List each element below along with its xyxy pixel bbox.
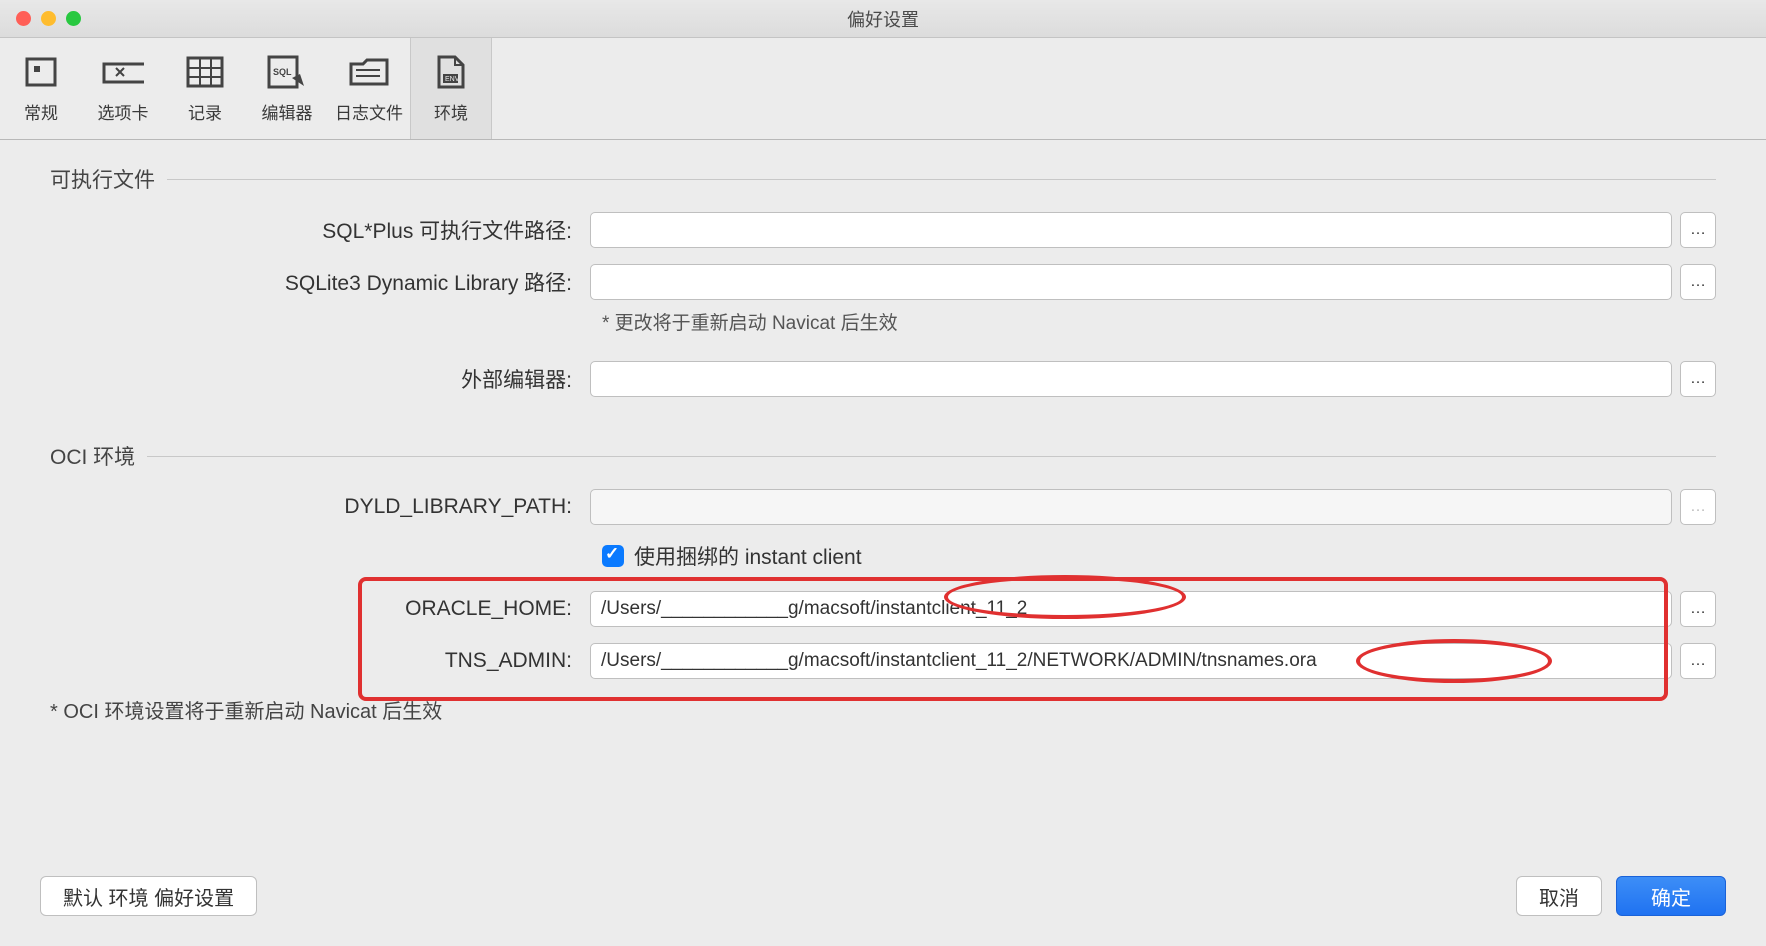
sqlite-browse-button[interactable]: …	[1680, 264, 1716, 300]
titlebar: 偏好设置	[0, 0, 1766, 38]
section-divider	[167, 179, 1716, 180]
ok-button[interactable]: 确定	[1616, 876, 1726, 916]
dyld-row: DYLD_LIBRARY_PATH: …	[50, 489, 1716, 525]
sqlite-label: SQLite3 Dynamic Library 路径:	[50, 267, 590, 297]
dyld-input	[590, 489, 1672, 525]
oracle-home-row: ORACLE_HOME: …	[50, 591, 1716, 627]
section-divider	[147, 456, 1716, 457]
section-title: OCI 环境	[50, 441, 135, 471]
tns-admin-input[interactable]	[590, 643, 1672, 679]
svg-text:ENV: ENV	[445, 76, 460, 83]
tabs-icon	[102, 53, 144, 91]
tns-admin-browse-button[interactable]: …	[1680, 643, 1716, 679]
editor-row: 外部编辑器: …	[50, 361, 1716, 397]
executables-section-header: 可执行文件	[50, 164, 1716, 194]
oracle-home-browse-button[interactable]: …	[1680, 591, 1716, 627]
tab-label: 环境	[434, 99, 468, 124]
oracle-home-label: ORACLE_HOME:	[50, 597, 590, 621]
sqlplus-input[interactable]	[590, 212, 1672, 248]
tab-tabs[interactable]: 选项卡	[82, 38, 164, 139]
traffic-lights	[16, 11, 81, 26]
sqlplus-label: SQL*Plus 可执行文件路径:	[50, 215, 590, 245]
window-title: 偏好设置	[847, 6, 919, 32]
tab-environment[interactable]: ENV 环境	[410, 38, 492, 139]
oci-section-header: OCI 环境	[50, 441, 1716, 471]
bundled-instant-client-checkbox[interactable]	[602, 545, 624, 567]
oci-note: * OCI 环境设置将于重新启动 Navicat 后生效	[50, 695, 1766, 724]
oracle-home-input[interactable]	[590, 591, 1672, 627]
editor-browse-button[interactable]: …	[1680, 361, 1716, 397]
sqlplus-row: SQL*Plus 可执行文件路径: …	[50, 212, 1716, 248]
sqlite-input[interactable]	[590, 264, 1672, 300]
tab-label: 选项卡	[98, 99, 149, 124]
tns-admin-label: TNS_ADMIN:	[50, 649, 590, 673]
editor-label: 外部编辑器:	[50, 364, 590, 394]
default-preferences-button[interactable]: 默认 环境 偏好设置	[40, 876, 257, 916]
sqlite-hint: * 更改将于重新启动 Navicat 后生效	[602, 308, 1716, 335]
tns-admin-row: TNS_ADMIN: …	[50, 643, 1716, 679]
bundled-checkbox-row: 使用捆绑的 instant client	[602, 541, 1716, 571]
folder-icon	[348, 53, 390, 91]
section-title: 可执行文件	[50, 164, 155, 194]
editor-input[interactable]	[590, 361, 1672, 397]
grid-icon	[184, 53, 226, 91]
sqlite-row: SQLite3 Dynamic Library 路径: …	[50, 264, 1716, 300]
dyld-label: DYLD_LIBRARY_PATH:	[50, 495, 590, 519]
preferences-toolbar: 常规 选项卡 记录 SQL 编辑器 日志文件 ENV 环境	[0, 38, 1766, 140]
tab-label: 编辑器	[262, 99, 313, 124]
tab-logfiles[interactable]: 日志文件	[328, 38, 410, 139]
sqlplus-browse-button[interactable]: …	[1680, 212, 1716, 248]
minimize-window-button[interactable]	[41, 11, 56, 26]
tab-label: 常规	[24, 99, 58, 124]
svg-text:SQL: SQL	[273, 67, 292, 77]
maximize-window-button[interactable]	[66, 11, 81, 26]
close-window-button[interactable]	[16, 11, 31, 26]
tab-label: 日志文件	[335, 99, 403, 124]
bundled-checkbox-label: 使用捆绑的 instant client	[634, 541, 862, 571]
tab-label: 记录	[188, 99, 222, 124]
dyld-browse-button: …	[1680, 489, 1716, 525]
tab-records[interactable]: 记录	[164, 38, 246, 139]
tab-general[interactable]: 常规	[0, 38, 82, 139]
tab-editor[interactable]: SQL 编辑器	[246, 38, 328, 139]
cancel-button[interactable]: 取消	[1516, 876, 1602, 916]
footer: 默认 环境 偏好设置 取消 确定	[0, 876, 1766, 916]
sql-icon: SQL	[266, 53, 308, 91]
content-area: 可执行文件 SQL*Plus 可执行文件路径: … SQLite3 Dynami…	[0, 140, 1766, 679]
general-icon	[20, 53, 62, 91]
env-icon: ENV	[430, 53, 472, 91]
